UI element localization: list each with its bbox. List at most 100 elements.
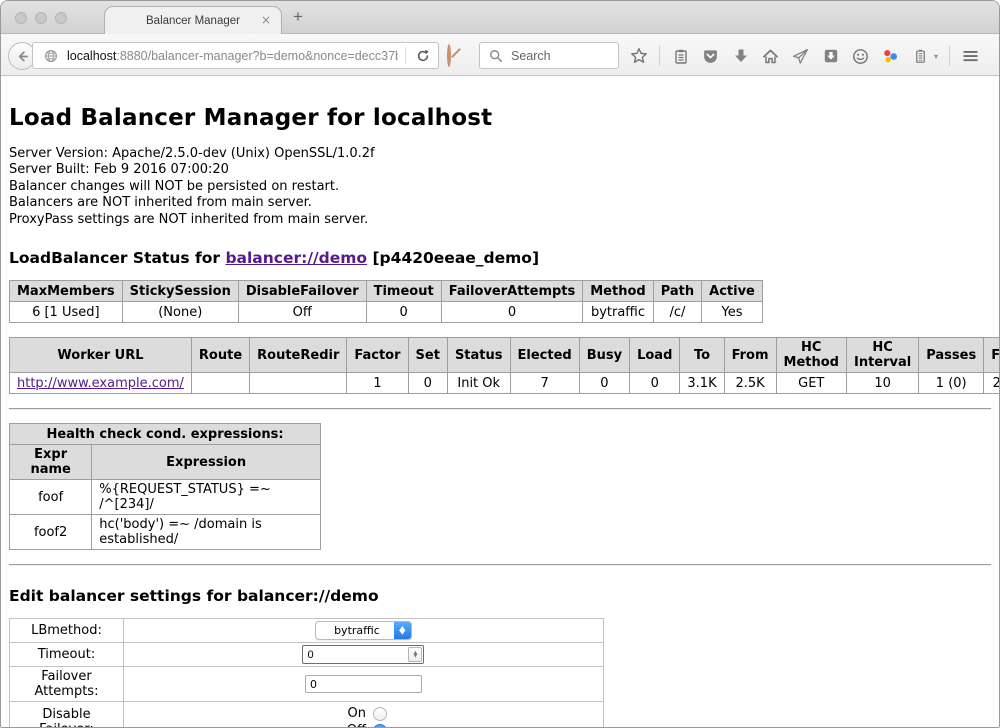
table-header-row: Expr name Expression — [10, 445, 321, 480]
table-row: foof2 hc('body') =~ /domain is establish… — [10, 515, 321, 550]
col-stickysession: StickySession — [122, 281, 238, 302]
cell-routeredir — [250, 373, 347, 394]
downloads-icon[interactable] — [731, 47, 750, 66]
balancer-status-table: MaxMembers StickySession DisableFailover… — [9, 280, 763, 323]
bookmark-star-icon[interactable] — [629, 47, 648, 66]
zoom-window-button[interactable] — [55, 12, 67, 24]
balancer-demo-link[interactable]: balancer://demo — [225, 249, 367, 267]
reload-icon[interactable] — [413, 46, 432, 65]
cell-disablefailover: Off — [238, 302, 366, 323]
cell-timeout: 0 — [366, 302, 441, 323]
col-routeredir: RouteRedir — [250, 338, 347, 373]
tracking-protection-button[interactable] — [447, 46, 466, 65]
cell-factor: 1 — [347, 373, 408, 394]
search-input[interactable] — [511, 49, 611, 63]
globe-icon — [41, 46, 60, 65]
cell-expr-name: foof2 — [10, 515, 92, 550]
cell-expr-name: foof — [10, 480, 92, 515]
col-hc-interval: HC Interval — [846, 338, 918, 373]
close-window-button[interactable] — [15, 12, 27, 24]
lbmethod-label: LBmethod: — [10, 619, 124, 643]
send-plane-icon[interactable] — [791, 47, 810, 66]
color-dots-extension-icon[interactable] — [881, 47, 900, 66]
cell-passes: 1 (0) — [919, 373, 984, 394]
search-bar[interactable] — [479, 42, 619, 69]
health-table-title: Health check cond. expressions: — [10, 424, 321, 445]
cell-failoverattempts: 0 — [441, 302, 583, 323]
cell-worker-url: http://www.example.com/ — [10, 373, 192, 394]
server-version-line: Server Version: Apache/2.5.0-dev (Unix) … — [9, 146, 991, 162]
server-built-line: Server Built: Feb 9 2016 07:00:20 — [9, 162, 991, 178]
chevron-down-icon[interactable]: ▾ — [934, 52, 938, 61]
worker-url-link[interactable]: http://www.example.com/ — [17, 376, 184, 391]
persist-notice-line: Balancer changes will NOT be persisted o… — [9, 179, 991, 195]
inherit-notice-line: Balancers are NOT inherited from main se… — [9, 195, 991, 211]
window-controls — [15, 12, 67, 24]
table-header-row: MaxMembers StickySession DisableFailover… — [10, 281, 763, 302]
search-icon — [486, 46, 505, 65]
tab-close-icon[interactable]: × — [261, 13, 271, 27]
col-timeout: Timeout — [366, 281, 441, 302]
page-title: Load Balancer Manager for localhost — [9, 105, 991, 131]
status-heading-suffix: [p4420eeae_demo] — [367, 249, 539, 267]
toolbar-separator — [659, 46, 660, 66]
cell-busy: 0 — [579, 373, 629, 394]
cell-maxmembers: 6 [1 Used] — [10, 302, 123, 323]
col-active: Active — [702, 281, 763, 302]
lbmethod-select[interactable]: bytraffic ▲▼ — [315, 621, 412, 640]
bookmarks-sidebar-icon[interactable] — [671, 47, 690, 66]
toolbar-icons: ▾ — [629, 42, 1000, 70]
cell-fails: 2 (0) — [984, 373, 1000, 394]
failover-attempts-label: Failover Attempts: — [10, 667, 124, 702]
col-failoverattempts: FailoverAttempts — [441, 281, 583, 302]
col-route: Route — [191, 338, 249, 373]
col-load: Load — [630, 338, 680, 373]
col-from: From — [724, 338, 776, 373]
col-busy: Busy — [579, 338, 629, 373]
number-spinner[interactable]: ▲▼ — [408, 647, 422, 662]
feedback-smiley-icon[interactable] — [851, 47, 870, 66]
col-maxmembers: MaxMembers — [10, 281, 123, 302]
health-check-table: Health check cond. expressions: Expr nam… — [9, 423, 321, 550]
timeout-input-wrap: ▲▼ — [302, 645, 424, 664]
url-path: :8880/balancer-manager?b=demo&nonce=decc… — [116, 49, 398, 63]
cell-route — [191, 373, 249, 394]
cell-expression: %{REQUEST_STATUS} =~ /^[234]/ — [92, 480, 321, 515]
menu-hamburger-icon[interactable] — [961, 47, 980, 66]
cell-elected: 7 — [510, 373, 579, 394]
balancer-status-heading: LoadBalancer Status for balancer://demo … — [9, 249, 991, 267]
timeout-input[interactable] — [303, 649, 408, 661]
edit-balancer-form: LBmethod: bytraffic ▲▼ Timeout: — [9, 618, 604, 728]
radio-on-row: On — [340, 706, 387, 721]
col-hc-method: HC Method — [776, 338, 846, 373]
new-tab-button[interactable]: + — [293, 7, 303, 27]
table-row: foof %{REQUEST_STATUS} =~ /^[234]/ — [10, 480, 321, 515]
worker-status-table: Worker URL Route RouteRedir Factor Set S… — [9, 337, 1000, 394]
minimize-window-button[interactable] — [35, 12, 47, 24]
col-worker-url: Worker URL — [10, 338, 192, 373]
cell-stickysession: (None) — [122, 302, 238, 323]
radio-off[interactable] — [373, 724, 387, 728]
section-divider — [9, 564, 991, 566]
url-bar[interactable]: localhost:8880/balancer-manager?b=demo&n… — [32, 42, 439, 69]
radio-on[interactable] — [373, 707, 387, 721]
cell-method: bytraffic — [583, 302, 653, 323]
home-icon[interactable] — [761, 47, 780, 66]
col-elected: Elected — [510, 338, 579, 373]
save-to-device-icon[interactable] — [821, 47, 840, 66]
url-text: localhost:8880/balancer-manager?b=demo&n… — [67, 49, 398, 63]
form-row-failover-attempts: Failover Attempts: — [10, 667, 604, 702]
page-content: Load Balancer Manager for localhost Serv… — [1, 76, 999, 727]
reading-list-icon[interactable] — [911, 47, 930, 66]
form-row-lbmethod: LBmethod: bytraffic ▲▼ — [10, 619, 604, 643]
pocket-icon[interactable] — [701, 47, 720, 66]
table-row: 6 [1 Used] (None) Off 0 0 bytraffic /c/ … — [10, 302, 763, 323]
select-arrows-icon: ▲▼ — [394, 621, 411, 640]
lbmethod-field-cell: bytraffic ▲▼ — [123, 619, 603, 643]
cell-from: 2.5K — [724, 373, 776, 394]
cell-status: Init Ok — [447, 373, 510, 394]
urlbar-divider — [405, 47, 406, 64]
failover-attempts-input[interactable] — [305, 675, 422, 693]
cell-hc-method: GET — [776, 373, 846, 394]
tab-balancer-manager[interactable]: Balancer Manager × — [104, 6, 282, 35]
